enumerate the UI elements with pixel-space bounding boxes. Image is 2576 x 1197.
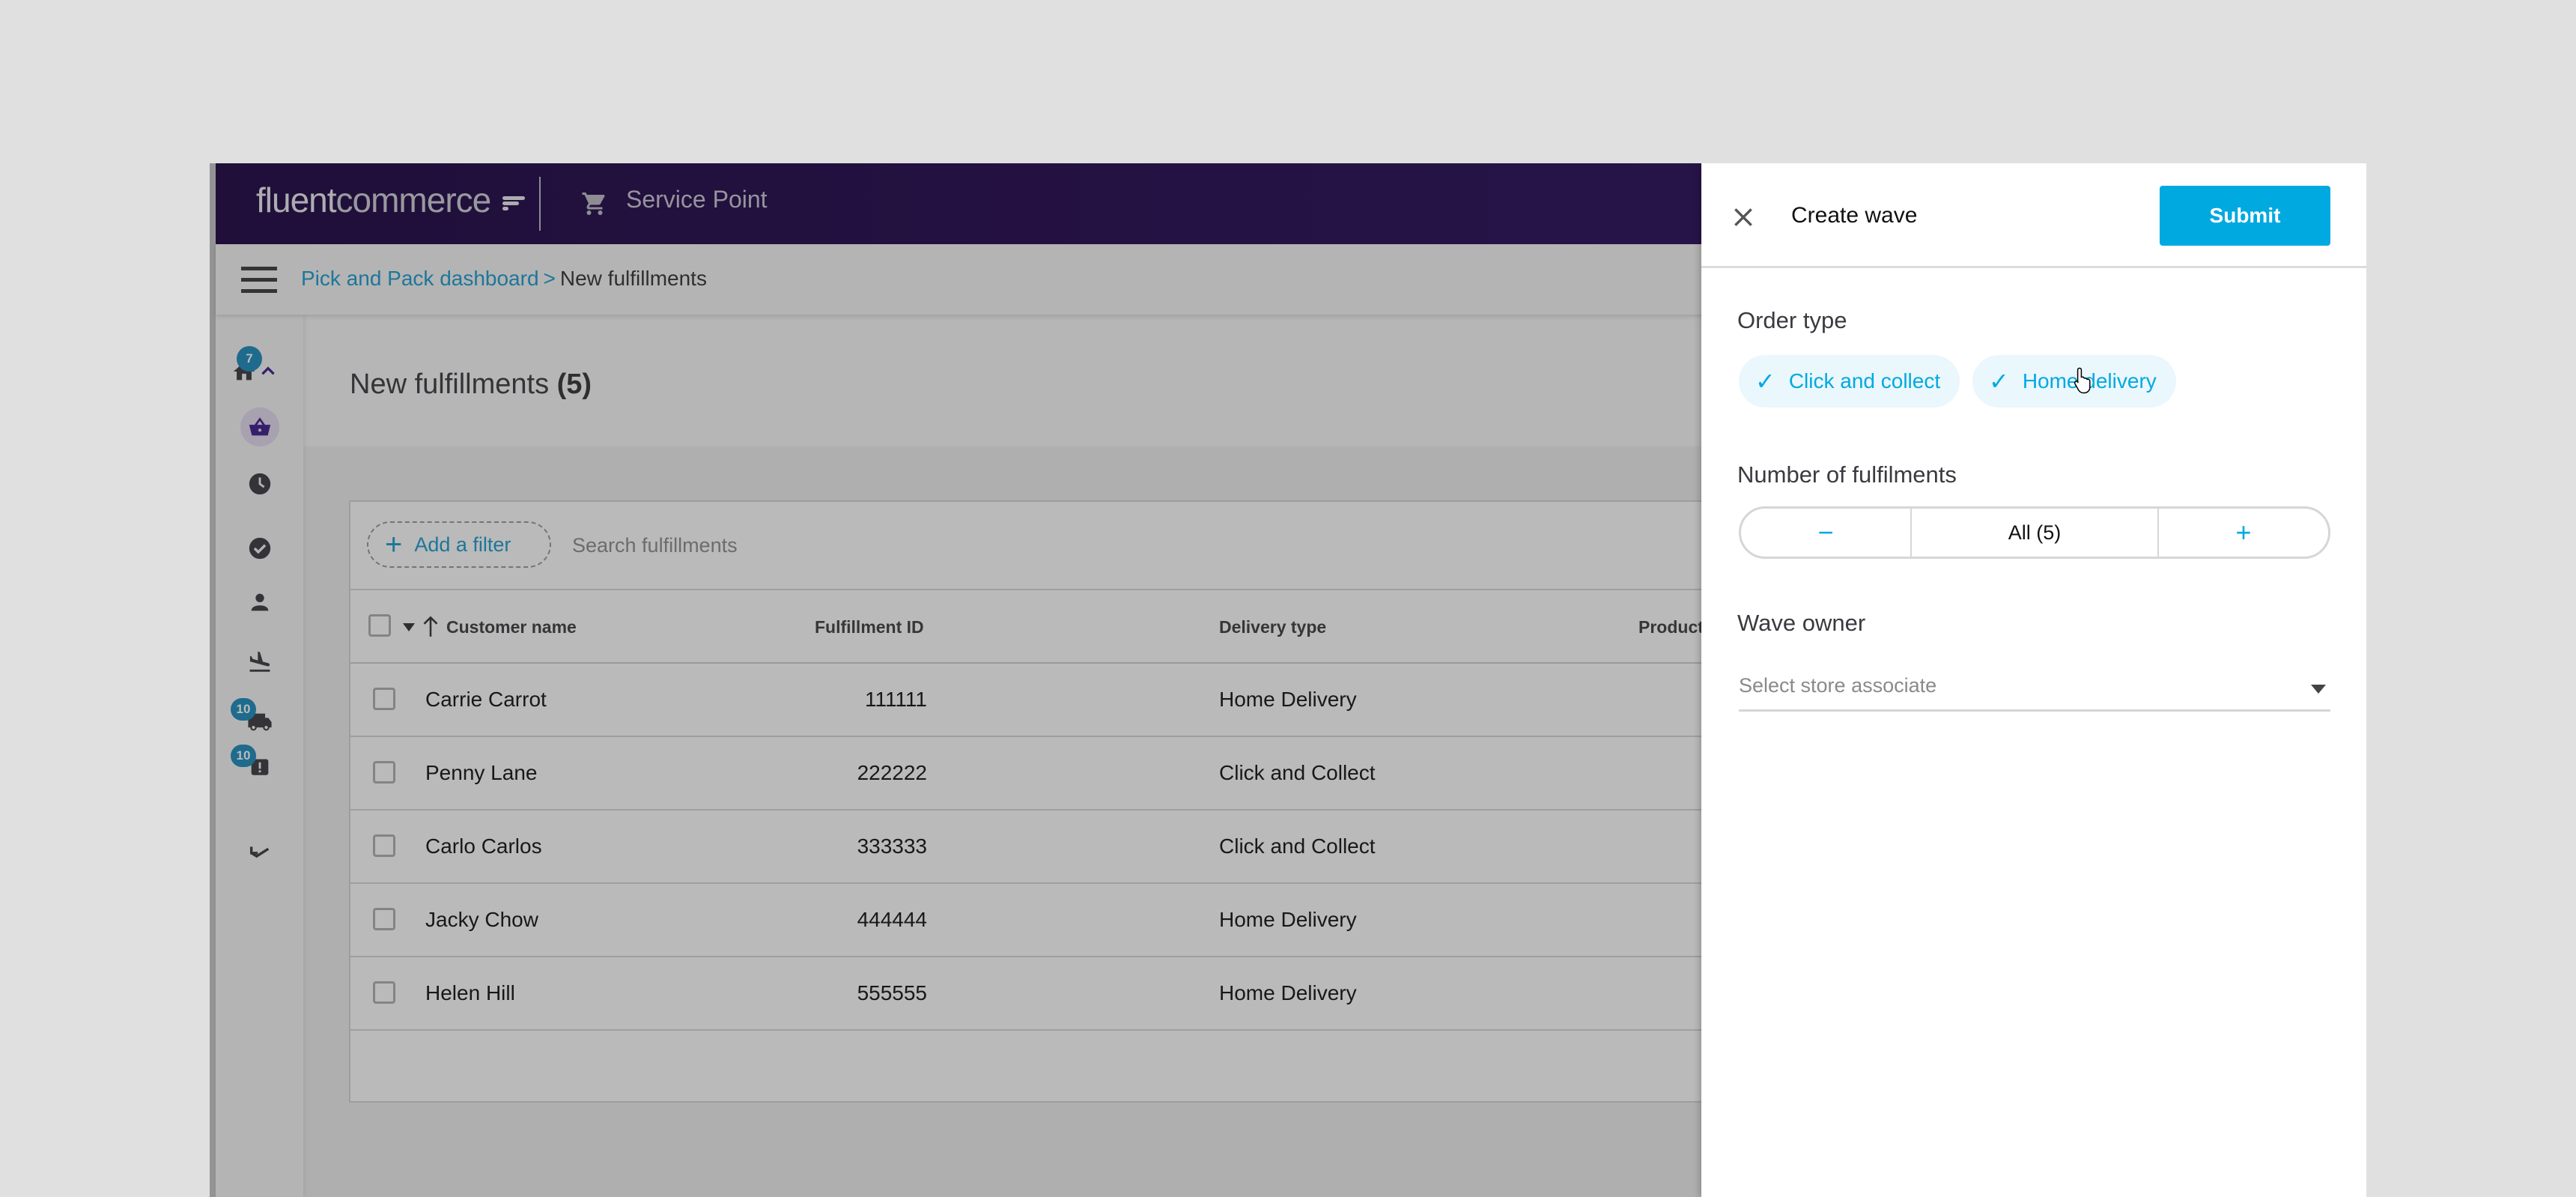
app-window: fluentcommerce Service Point Pick and Pa… [210,163,2366,1197]
fulfilment-count-stepper: − All (5) + [1739,506,2330,559]
fulfilment-count-label: Number of fulfilments [1737,461,1957,488]
check-icon: ✓ [1755,368,1775,395]
chip-label: Click and collect [1788,369,1941,393]
panel-title: Create wave [1791,203,1918,228]
wave-owner-select[interactable]: Select store associate [1739,667,2330,712]
close-icon[interactable] [1731,205,1755,229]
select-placeholder: Select store associate [1739,674,1937,697]
decrement-button[interactable]: − [1741,509,1910,557]
order-type-label: Order type [1737,307,1847,333]
increment-button[interactable]: + [2159,509,2328,557]
wave-owner-label: Wave owner [1737,610,1866,636]
dropdown-arrow-icon [2311,685,2326,694]
chip-click-and-collect[interactable]: ✓ Click and collect [1739,355,1960,407]
create-wave-panel: Create wave Submit Order type ✓ Click an… [1701,163,2366,1197]
check-icon: ✓ [1989,368,2009,395]
panel-header: Create wave Submit [1701,163,2366,268]
chip-label: Home delivery [2022,369,2157,393]
submit-button[interactable]: Submit [2160,186,2330,246]
count-value: All (5) [1910,509,2159,557]
modal-scrim[interactable] [210,163,1701,1197]
chip-home-delivery[interactable]: ✓ Home delivery [1972,355,2176,407]
